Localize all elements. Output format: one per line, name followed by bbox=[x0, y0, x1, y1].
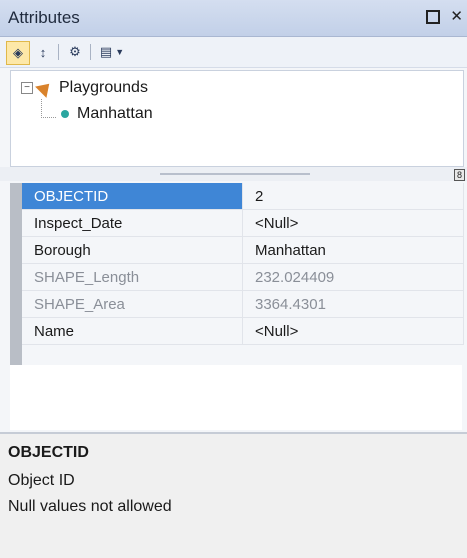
collapse-icon[interactable]: − bbox=[21, 82, 33, 94]
field-description: OBJECTID Object ID Null values not allow… bbox=[0, 432, 467, 558]
field-value: 232.024409 bbox=[242, 263, 464, 291]
close-icon[interactable]: ✕ bbox=[450, 8, 463, 25]
field-value[interactable]: 2 bbox=[242, 183, 464, 210]
maximize-icon[interactable] bbox=[426, 10, 441, 25]
splitter-grip bbox=[160, 173, 310, 175]
field-name[interactable]: Borough bbox=[22, 236, 243, 264]
tree-item-feature[interactable]: Manhattan bbox=[61, 105, 153, 123]
field-value: 3364.4301 bbox=[242, 290, 464, 318]
table-row[interactable]: Inspect_Date <Null> bbox=[22, 209, 464, 237]
grid-empty-area bbox=[10, 365, 462, 430]
field-name[interactable]: OBJECTID bbox=[22, 183, 243, 210]
table-row[interactable]: SHAPE_Length 232.024409 bbox=[22, 263, 464, 291]
layers-icon: ◈ bbox=[13, 45, 23, 60]
field-name[interactable]: Name bbox=[22, 317, 243, 345]
splitter[interactable]: 8 bbox=[0, 167, 467, 181]
description-title: OBJECTID bbox=[8, 444, 89, 461]
table-row[interactable]: SHAPE_Area 3364.4301 bbox=[22, 290, 464, 318]
attributes-panel: Attributes ✕ ◈ ↕ ⚙ ▤ ▼ − Playgrounds Man… bbox=[0, 0, 467, 558]
toolbar-separator bbox=[58, 44, 59, 60]
view-dropdown-button[interactable]: ▤ ▼ bbox=[96, 41, 128, 63]
sort-icon: ↕ bbox=[39, 44, 47, 60]
table-row[interactable]: Borough Manhattan bbox=[22, 236, 464, 264]
table-row[interactable]: OBJECTID 2 bbox=[22, 183, 464, 210]
chevron-down-icon: ▼ bbox=[115, 47, 125, 57]
feature-point-icon bbox=[61, 110, 69, 118]
layer-label: Playgrounds bbox=[59, 79, 148, 96]
attribute-grid: OBJECTID 2 Inspect_Date <Null> Borough Manhat… bbox=[22, 183, 464, 345]
field-name[interactable]: SHAPE_Area bbox=[22, 290, 243, 318]
field-value[interactable]: Manhattan bbox=[242, 236, 464, 264]
sort-button[interactable]: ↕ bbox=[32, 41, 54, 63]
tree-connector bbox=[41, 99, 56, 118]
title-bar: Attributes ✕ bbox=[0, 0, 467, 37]
table-row[interactable]: Name <Null> bbox=[22, 317, 464, 345]
splitter-toggle-icon[interactable]: 8 bbox=[453, 169, 465, 181]
feature-label: Manhattan bbox=[77, 105, 153, 122]
description-line: Null values not allowed bbox=[8, 498, 172, 515]
description-line: Object ID bbox=[8, 472, 75, 489]
show-layers-button[interactable]: ◈ bbox=[6, 41, 30, 65]
toolbar: ◈ ↕ ⚙ ▤ ▼ bbox=[0, 37, 467, 68]
options-icon: ⚙ bbox=[69, 44, 81, 59]
toolbar-separator bbox=[90, 44, 91, 60]
grid-row-header bbox=[10, 183, 22, 365]
field-name[interactable]: Inspect_Date bbox=[22, 209, 243, 237]
tree-item-layer[interactable]: − Playgrounds bbox=[21, 78, 148, 98]
field-name[interactable]: SHAPE_Length bbox=[22, 263, 243, 291]
view-icon: ▤ bbox=[99, 44, 113, 59]
field-value[interactable]: <Null> bbox=[242, 209, 464, 237]
field-value[interactable]: <Null> bbox=[242, 317, 464, 345]
feature-tree: − Playgrounds Manhattan bbox=[10, 70, 464, 167]
title-buttons: ✕ bbox=[420, 7, 463, 25]
options-button[interactable]: ⚙ bbox=[64, 41, 86, 63]
window-title: Attributes bbox=[8, 8, 80, 27]
layer-icon bbox=[35, 78, 55, 98]
